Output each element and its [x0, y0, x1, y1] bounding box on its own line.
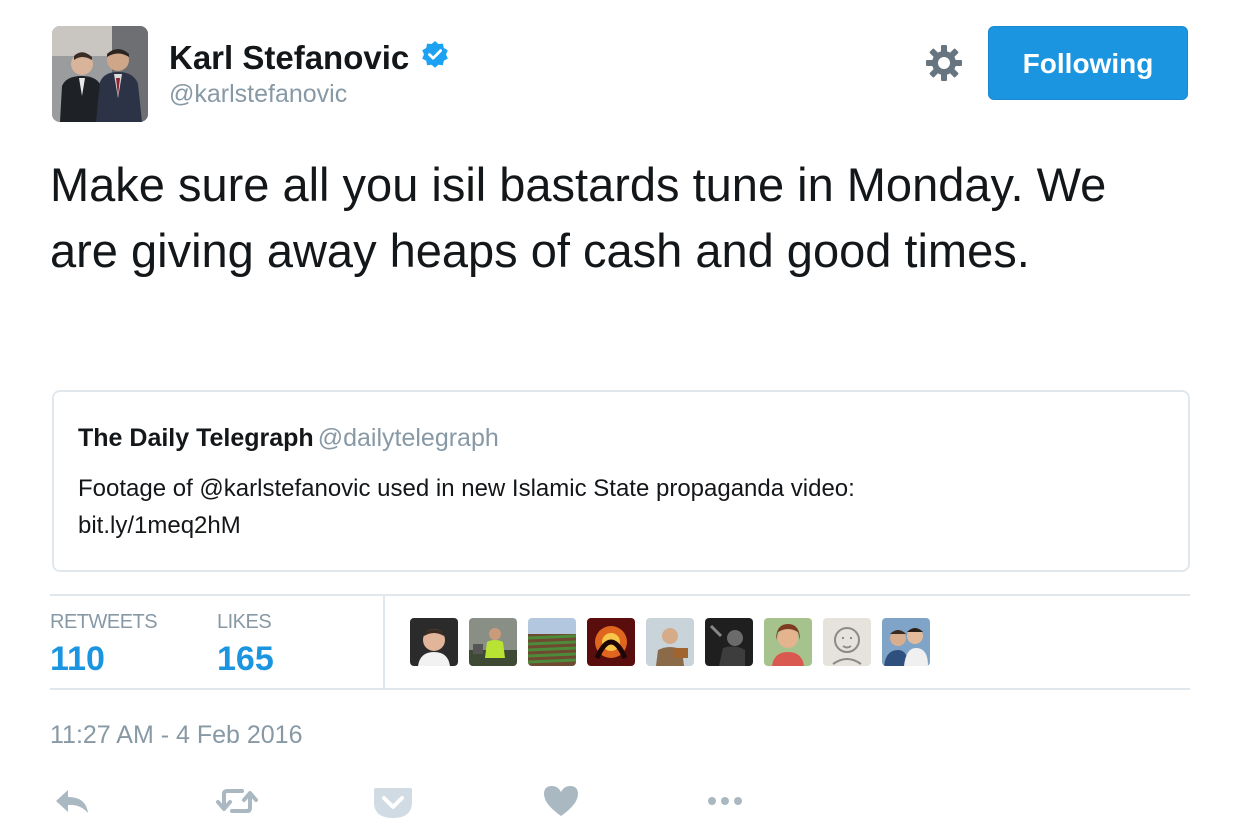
- retweets-stat[interactable]: RETWEETS 110: [50, 610, 158, 680]
- author-handle[interactable]: @karlstefanovic: [169, 78, 450, 110]
- liker-avatar[interactable]: [528, 618, 576, 666]
- author-name-block: Karl Stefanovic @karlstefanovic: [169, 38, 450, 110]
- tweet-actions: [50, 778, 770, 824]
- tweet-stats: RETWEETS 110 LIKES 165: [50, 594, 1190, 690]
- reply-icon[interactable]: [50, 778, 96, 824]
- quoted-tweet-header: The Daily Telegraph @dailytelegraph: [78, 422, 499, 454]
- tweet-timestamp[interactable]: 11:27 AM - 4 Feb 2016: [50, 718, 302, 752]
- tweet-card: Karl Stefanovic @karlstefanovic Followin…: [0, 0, 1250, 830]
- quoted-tweet[interactable]: The Daily Telegraph @dailytelegraph Foota…: [52, 390, 1190, 572]
- liker-avatar[interactable]: [469, 618, 517, 666]
- liker-avatar[interactable]: [587, 618, 635, 666]
- author-name[interactable]: Karl Stefanovic: [169, 38, 409, 78]
- liker-avatar[interactable]: [823, 618, 871, 666]
- quoted-tweet-text: Footage of @karlstefanovic used in new I…: [78, 470, 1158, 544]
- liker-avatar[interactable]: [882, 618, 930, 666]
- liker-avatar[interactable]: [410, 618, 458, 666]
- gear-icon[interactable]: [924, 43, 964, 83]
- following-button[interactable]: Following: [988, 26, 1188, 100]
- like-icon[interactable]: [538, 778, 584, 824]
- retweet-icon[interactable]: [214, 778, 260, 824]
- liker-avatar[interactable]: [705, 618, 753, 666]
- stats-divider: [383, 596, 385, 690]
- liker-avatar[interactable]: [646, 618, 694, 666]
- quoted-author-handle: @dailytelegraph: [317, 424, 499, 452]
- likes-label: LIKES: [217, 611, 272, 633]
- likes-stat[interactable]: LIKES 165: [217, 610, 274, 680]
- pocket-icon[interactable]: [370, 778, 416, 824]
- retweets-count: 110: [50, 640, 105, 678]
- author-avatar[interactable]: [52, 26, 148, 122]
- more-icon[interactable]: [702, 778, 748, 824]
- quoted-tweet-link[interactable]: bit.ly/1meq2hM: [78, 507, 1158, 544]
- tweet-header: Karl Stefanovic @karlstefanovic Followin…: [52, 26, 1192, 122]
- tweet-text: Make sure all you isil bastards tune in …: [50, 158, 1107, 277]
- quoted-tweet-text-line: Footage of @karlstefanovic used in new I…: [78, 475, 855, 502]
- retweets-label: RETWEETS: [50, 611, 158, 633]
- verified-badge-icon: [420, 40, 450, 75]
- likes-count: 165: [217, 640, 274, 678]
- quoted-author-name: The Daily Telegraph: [78, 424, 314, 452]
- liker-avatar[interactable]: [764, 618, 812, 666]
